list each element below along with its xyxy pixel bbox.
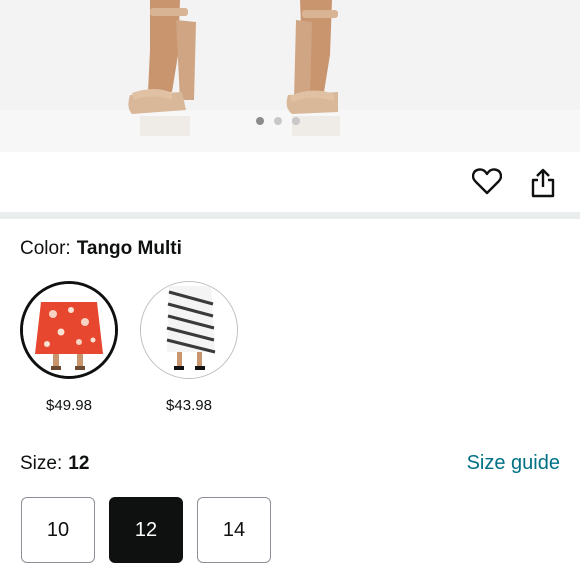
size-option-12[interactable]: 12 — [109, 497, 183, 563]
size-option-10[interactable]: 10 — [21, 497, 95, 563]
product-image-carousel[interactable] — [0, 0, 580, 152]
product-image — [0, 0, 580, 152]
carousel-dot[interactable] — [274, 117, 282, 125]
size-selection-label: Size: 12 — [20, 453, 89, 475]
size-option-14[interactable]: 14 — [197, 497, 271, 563]
swatch-image — [141, 282, 237, 378]
color-swatch-stripe[interactable] — [140, 281, 238, 379]
product-actions-bar — [0, 152, 580, 212]
swatch-price: $49.98 — [46, 397, 92, 414]
color-label: Color: — [20, 238, 71, 259]
share-button[interactable] — [525, 165, 561, 201]
color-selection-label: Color: Tango Multi — [20, 238, 182, 260]
add-to-list-button[interactable] — [469, 163, 505, 199]
size-label: Size: — [20, 453, 63, 474]
share-icon — [531, 168, 555, 198]
carousel-dot[interactable] — [256, 117, 264, 125]
carousel-dot[interactable] — [292, 117, 300, 125]
selected-color-value: Tango Multi — [76, 238, 182, 259]
swatch-price: $43.98 — [166, 397, 212, 414]
heart-icon — [472, 168, 502, 195]
size-guide-link[interactable]: Size guide — [467, 452, 560, 475]
section-divider — [0, 212, 580, 219]
color-swatch-tango-multi[interactable] — [20, 281, 118, 379]
selected-size-value: 12 — [68, 453, 90, 474]
carousel-indicator — [256, 117, 300, 125]
swatch-image — [23, 284, 115, 376]
